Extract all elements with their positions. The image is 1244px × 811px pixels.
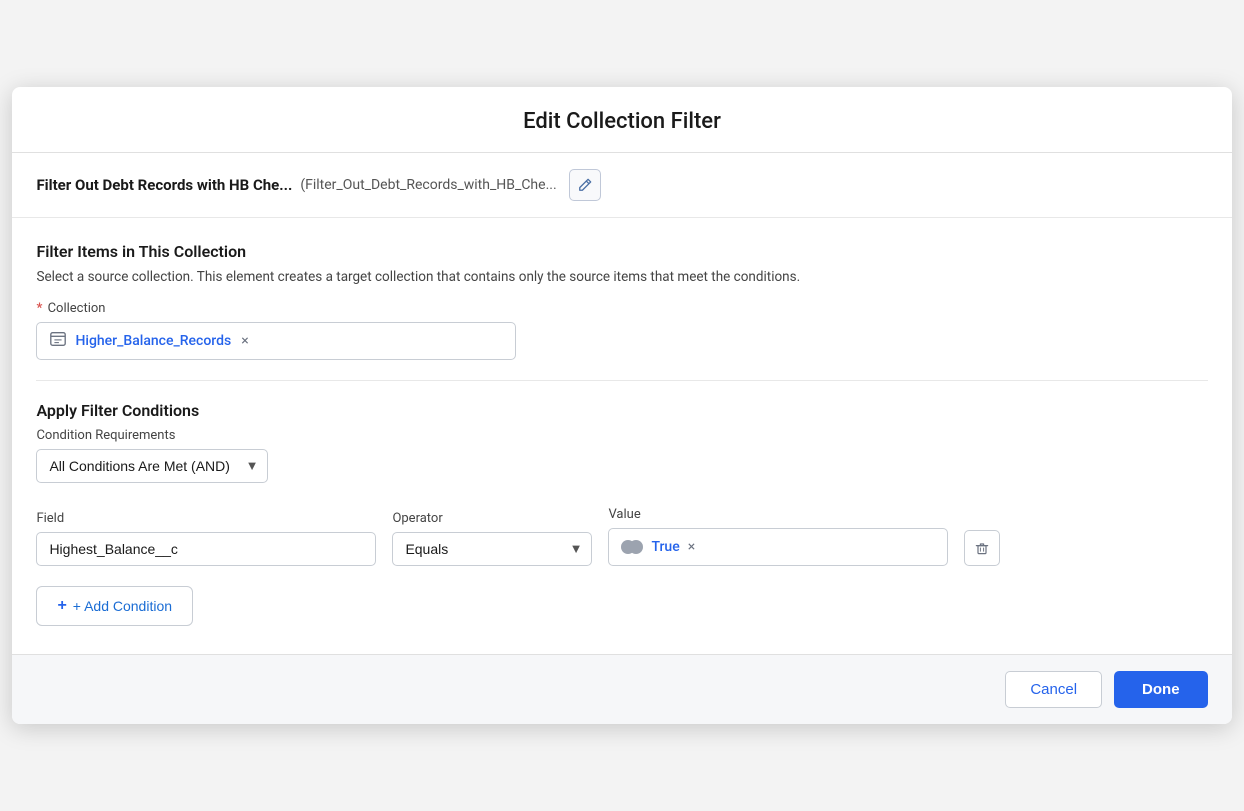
operator-select-wrapper: Equals Not Equals Greater Than Less Than…	[392, 532, 592, 566]
operator-group: Operator Equals Not Equals Greater Than …	[392, 511, 592, 566]
add-condition-button[interactable]: + + Add Condition	[36, 586, 193, 626]
pencil-icon	[578, 178, 592, 192]
value-column-label: Value	[608, 507, 948, 522]
collection-input[interactable]: Higher_Balance_Records ×	[36, 322, 516, 360]
boolean-icon	[621, 540, 643, 554]
field-column-label: Field	[36, 511, 376, 526]
filter-display-name: Filter Out Debt Records with HB Che...	[36, 176, 292, 194]
filter-section-description: Select a source collection. This element…	[36, 269, 1207, 285]
delete-condition-button[interactable]	[964, 530, 1000, 566]
cancel-button[interactable]: Cancel	[1005, 671, 1102, 708]
operator-column-label: Operator	[392, 511, 592, 526]
section-divider	[36, 380, 1207, 381]
field-input[interactable]	[36, 532, 376, 566]
collection-tag-value: Higher_Balance_Records	[75, 333, 231, 349]
modal-header: Edit Collection Filter	[12, 87, 1231, 153]
filter-items-section: Filter Items in This Collection Select a…	[36, 242, 1207, 360]
done-button[interactable]: Done	[1114, 671, 1208, 708]
edit-name-button[interactable]	[569, 169, 601, 201]
collection-remove-button[interactable]: ×	[241, 333, 248, 349]
condition-requirement-wrapper: All Conditions Are Met (AND) Any Conditi…	[36, 449, 268, 483]
edit-collection-filter-modal: Edit Collection Filter Filter Out Debt R…	[12, 87, 1231, 724]
plus-icon: +	[57, 597, 66, 615]
conditions-section: Apply Filter Conditions Condition Requir…	[36, 401, 1207, 626]
required-indicator: *	[36, 301, 42, 316]
collection-icon	[49, 330, 67, 352]
condition-row: Field Operator Equals Not Equals Greater…	[36, 507, 1207, 566]
value-input[interactable]: True ×	[608, 528, 948, 566]
collection-field-label: * Collection	[36, 301, 1207, 316]
operator-select[interactable]: Equals Not Equals Greater Than Less Than	[392, 532, 592, 566]
value-tag: True	[651, 539, 679, 555]
filter-name-row: Filter Out Debt Records with HB Che... (…	[12, 153, 1231, 218]
add-condition-label: + Add Condition	[73, 598, 172, 614]
filter-id-name: (Filter_Out_Debt_Records_with_HB_Che...	[300, 177, 556, 193]
condition-requirement-select[interactable]: All Conditions Are Met (AND) Any Conditi…	[36, 449, 268, 483]
field-group: Field	[36, 511, 376, 566]
modal-body: Filter Items in This Collection Select a…	[12, 218, 1231, 626]
value-remove-button[interactable]: ×	[688, 539, 695, 555]
modal-title: Edit Collection Filter	[36, 109, 1207, 134]
conditions-section-title: Apply Filter Conditions	[36, 401, 1207, 420]
trash-icon	[974, 540, 990, 556]
filter-section-title: Filter Items in This Collection	[36, 242, 1207, 261]
condition-req-label: Condition Requirements	[36, 428, 1207, 443]
modal-footer: Cancel Done	[12, 654, 1231, 724]
value-group: Value True ×	[608, 507, 948, 566]
